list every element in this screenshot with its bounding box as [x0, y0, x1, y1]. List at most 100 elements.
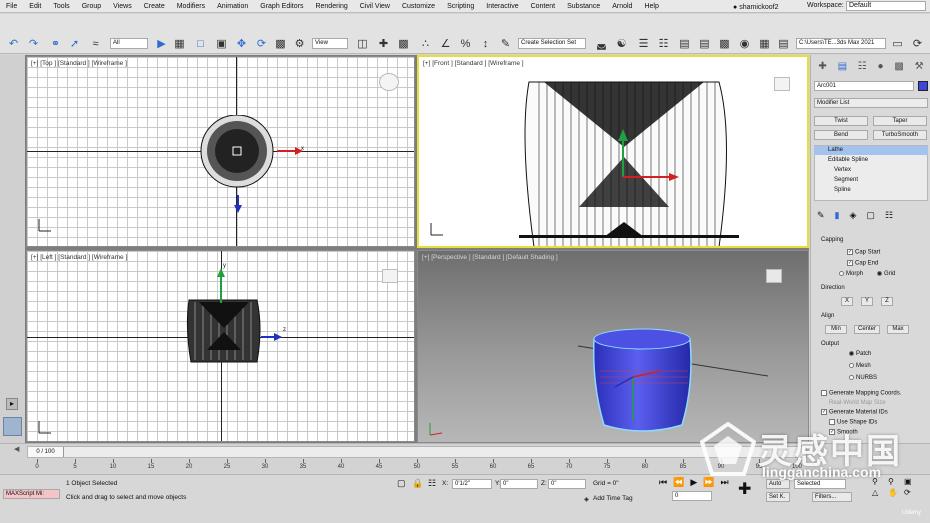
utilities-tab-icon[interactable]: ⚒: [915, 61, 924, 72]
output-patch-radio[interactable]: Patch: [849, 351, 871, 357]
menu-views[interactable]: Views: [107, 3, 138, 10]
mirror-icon[interactable]: ◛: [594, 36, 609, 51]
cap-start-checkbox[interactable]: ✓ Cap Start: [847, 249, 880, 256]
motion-tab-icon[interactable]: ●: [878, 61, 884, 72]
ref-coord-select[interactable]: View: [312, 38, 348, 49]
key-filters-button[interactable]: Filters...: [812, 492, 852, 502]
menu-civil-view[interactable]: Civil View: [354, 3, 396, 10]
gizmo-y-arrow[interactable]: [232, 195, 244, 215]
viewport-left[interactable]: [+] [Left ] [Standard ] [Wireframe ] z y: [26, 250, 415, 442]
remove-modifier-icon[interactable]: ▢: [866, 210, 875, 221]
make-unique-icon[interactable]: ◈: [850, 210, 857, 221]
twist-button[interactable]: Twist: [814, 116, 868, 126]
selection-lock-icon[interactable]: 🔒: [412, 478, 423, 489]
configure-sets-icon[interactable]: ☷: [885, 210, 893, 221]
object-color-swatch[interactable]: [918, 81, 928, 91]
menu-arnold[interactable]: Arnold: [606, 3, 638, 10]
turbosmooth-button[interactable]: TurboSmooth: [873, 130, 927, 140]
front-gizmo[interactable]: [615, 127, 685, 187]
menu-substance[interactable]: Substance: [561, 3, 606, 10]
redo-icon[interactable]: ↷: [26, 36, 41, 51]
cap-end-checkbox[interactable]: ✓ Cap End: [847, 260, 878, 267]
real-world-map-checkbox[interactable]: Real-World Map Size: [829, 400, 886, 406]
keyboard-shortcut-icon[interactable]: ▩: [396, 36, 411, 51]
viewcube-left[interactable]: [382, 269, 398, 283]
toggle-ribbon-icon[interactable]: ▤: [677, 36, 692, 51]
align-icon[interactable]: ☯: [614, 36, 629, 51]
time-slider-thumb[interactable]: 0 / 100: [28, 447, 64, 457]
create-tab-icon[interactable]: ✚: [818, 61, 826, 72]
stack-item-editable-spline[interactable]: Editable Spline: [814, 156, 928, 165]
schematic-view-icon[interactable]: ▩: [717, 36, 732, 51]
project-path-select[interactable]: C:\Users\TE...3ds Max 2021: [796, 38, 886, 49]
orbit-icon[interactable]: ⟳: [904, 488, 918, 497]
direction-y-button[interactable]: Y: [861, 297, 873, 306]
time-slider[interactable]: 0 / 100: [27, 446, 807, 458]
align-center-button[interactable]: Center: [854, 325, 880, 334]
selection-filter-select[interactable]: All: [110, 38, 148, 49]
layer-explorer-icon[interactable]: ☷: [656, 36, 671, 51]
move-icon[interactable]: ✥: [234, 36, 249, 51]
select-manipulate-icon[interactable]: ✚: [376, 36, 391, 51]
material-editor-icon[interactable]: ◉: [737, 36, 752, 51]
select-object-icon[interactable]: ▶: [154, 36, 169, 51]
placement-icon[interactable]: ⚙: [292, 36, 307, 51]
previous-frame-icon[interactable]: ⏪: [673, 477, 684, 488]
key-filter-select[interactable]: Selected: [794, 479, 846, 489]
rect-selection-icon[interactable]: □: [193, 36, 208, 51]
menu-interactive[interactable]: Interactive: [480, 3, 524, 10]
align-min-button[interactable]: Min: [825, 325, 847, 334]
viewport-top[interactable]: [+] [Top ] [Standard ] [Wireframe ] x: [26, 56, 415, 247]
taper-button[interactable]: Taper: [873, 116, 927, 126]
maxscript-listener[interactable]: MAXScript Mi:: [3, 489, 60, 499]
fov-icon[interactable]: △: [872, 488, 886, 497]
set-key-button[interactable]: Set K.: [766, 492, 790, 502]
menu-group[interactable]: Group: [76, 3, 107, 10]
left-gizmo-y[interactable]: [216, 267, 226, 305]
direction-z-button[interactable]: Z: [881, 297, 893, 306]
menu-rendering[interactable]: Rendering: [309, 3, 353, 10]
viewcube-perspective[interactable]: [766, 269, 782, 283]
menu-content[interactable]: Content: [525, 3, 562, 10]
gen-material-ids-checkbox[interactable]: ✓ Generate Material IDs: [821, 409, 888, 416]
next-frame-icon[interactable]: ⏩: [703, 477, 714, 488]
menu-tools[interactable]: Tools: [47, 3, 75, 10]
track-bar[interactable]: 0 5 10 15 20 25 30 35 40 45 50 55 60 65 70 75 80 85 90 95 10…: [27, 459, 807, 473]
show-end-result-icon[interactable]: ▮: [835, 210, 840, 221]
viewport-front[interactable]: [+] [Front ] [Standard ] [Wireframe ]: [417, 55, 809, 248]
render-setup-icon[interactable]: ▦: [757, 36, 772, 51]
zoom-all-icon[interactable]: ⚲: [888, 477, 902, 486]
stack-item-lathe[interactable]: Lathe: [814, 146, 928, 155]
auto-key-button[interactable]: Auto: [766, 479, 790, 489]
perspective-gizmo[interactable]: [613, 361, 673, 431]
zoom-icon[interactable]: ⚲: [872, 477, 886, 486]
viewcube-top[interactable]: [379, 73, 399, 91]
grid-radio[interactable]: Grid: [877, 271, 895, 277]
current-frame-field[interactable]: 0: [672, 491, 712, 501]
menu-modifiers[interactable]: Modifiers: [171, 3, 211, 10]
align-max-button[interactable]: Max: [887, 325, 909, 334]
stack-item-vertex[interactable]: Vertex: [814, 166, 928, 175]
user-account[interactable]: ● shamickoof2: [733, 2, 779, 12]
unlink-icon[interactable]: ➚: [67, 36, 82, 51]
undo-icon[interactable]: ↶: [6, 36, 21, 51]
percent-snap-icon[interactable]: %: [458, 36, 473, 51]
z-coord-field[interactable]: 0": [548, 479, 586, 489]
viewport-layout-icon[interactable]: [3, 417, 22, 436]
use-shape-ids-checkbox[interactable]: Use Shape IDs: [829, 419, 877, 426]
top-view-object[interactable]: [197, 115, 277, 195]
bind-spacewarp-icon[interactable]: ≈: [88, 36, 103, 51]
output-mesh-radio[interactable]: Mesh: [849, 363, 871, 369]
viewport-top-label[interactable]: [+] [Top ] [Standard ] [Wireframe ]: [31, 60, 127, 67]
render-frame-icon[interactable]: ▤: [776, 36, 791, 51]
menu-help[interactable]: Help: [638, 3, 664, 10]
menu-customize[interactable]: Customize: [396, 3, 441, 10]
left-gizmo-z[interactable]: [261, 331, 285, 343]
hierarchy-tab-icon[interactable]: ☷: [858, 61, 867, 72]
menu-create[interactable]: Create: [138, 3, 171, 10]
absolute-mode-icon[interactable]: ☷: [428, 478, 436, 489]
play-icon[interactable]: ▶: [690, 477, 697, 488]
viewcube-front[interactable]: [774, 77, 790, 91]
refresh-icon[interactable]: ⟳: [910, 36, 925, 51]
scene-explorer-icon[interactable]: ☰: [636, 36, 651, 51]
